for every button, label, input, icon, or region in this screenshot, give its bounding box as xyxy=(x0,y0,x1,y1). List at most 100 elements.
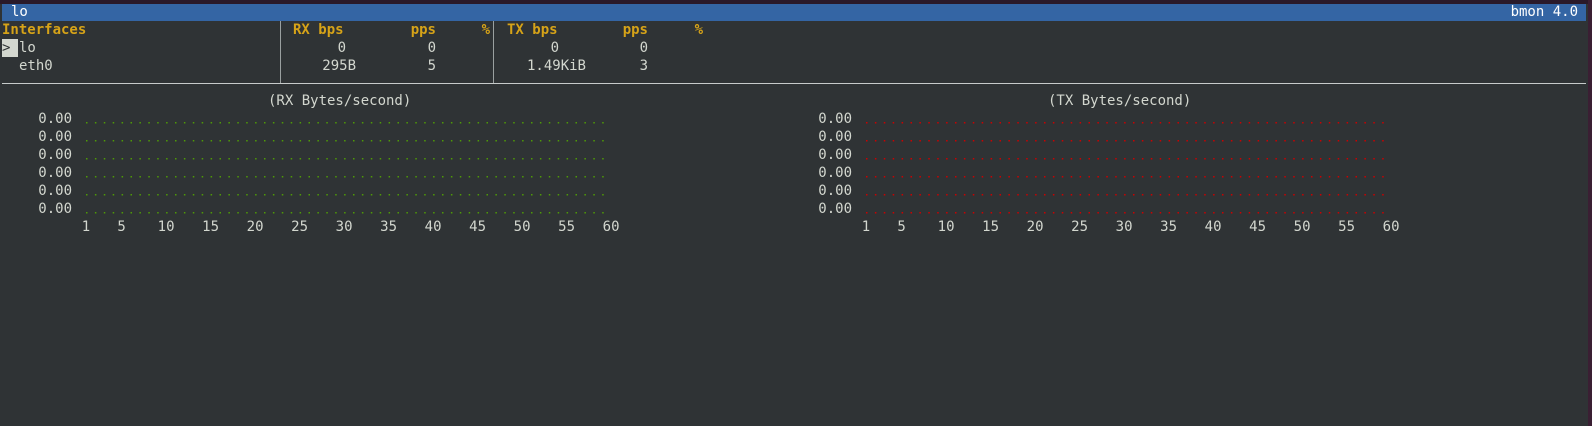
rx-graph-dot xyxy=(539,176,542,178)
rx-graph-dot xyxy=(139,194,141,196)
rx-graph-dot xyxy=(201,212,204,214)
rx-graph-dot xyxy=(290,194,293,196)
rx-y-label: 0.00 xyxy=(38,201,72,217)
rx-graph-dot xyxy=(513,194,515,196)
rx-graph-dot xyxy=(477,140,480,142)
lo-rx-pps: 0 xyxy=(427,40,436,56)
tx-graph-dot xyxy=(1337,158,1340,160)
rx-graph-dot xyxy=(228,140,230,142)
tx-graph-dot xyxy=(963,212,966,214)
rx-x-tick: 40 xyxy=(424,219,442,235)
rx-graph-dot xyxy=(495,194,497,196)
rx-graph-dot xyxy=(486,122,488,124)
rx-graph-dot xyxy=(299,176,302,178)
tx-graph-dot xyxy=(866,194,868,196)
header-rx-bps: RX bps xyxy=(293,22,344,38)
rx-graph-dot xyxy=(566,194,569,196)
tx-graph-dot xyxy=(1364,212,1366,214)
rx-graph-dot xyxy=(201,176,204,178)
tx-graph-dot xyxy=(1088,140,1090,142)
tx-graph-dot xyxy=(999,158,1001,160)
tx-graph-dot xyxy=(1319,140,1322,142)
rx-graph-dot xyxy=(326,212,328,214)
rx-graph-dot xyxy=(157,194,159,196)
tx-x-tick: 55 xyxy=(1338,219,1356,235)
tx-graph-dot xyxy=(1177,140,1179,142)
rx-graph-dot xyxy=(344,140,346,142)
rx-graph-dot xyxy=(210,194,213,196)
tx-graph-dot xyxy=(1266,176,1268,178)
rx-graph-dot xyxy=(317,122,319,124)
tx-graph-dot xyxy=(1026,140,1028,142)
rx-graph-dot xyxy=(450,176,453,178)
rx-graph-dot xyxy=(121,140,124,142)
rx-graph-dot xyxy=(264,194,266,196)
rx-graph-dot xyxy=(335,212,337,214)
tx-graph-dot xyxy=(1133,122,1135,124)
tx-graph-dot xyxy=(1008,158,1010,160)
tx-graph-dot xyxy=(1177,158,1179,160)
tx-graph-dot xyxy=(1026,176,1028,178)
tx-graph-dot xyxy=(972,212,975,214)
rx-graph-dot xyxy=(219,140,221,142)
interface-name-lo[interactable]: lo xyxy=(19,39,36,57)
tx-graph-dot xyxy=(910,212,912,214)
rx-x-tick: 55 xyxy=(558,219,576,235)
tx-graph-dot xyxy=(866,176,868,178)
tx-graph-dot xyxy=(1106,140,1108,142)
rx-graph-dot xyxy=(557,140,560,142)
tx-y-label: 0.00 xyxy=(818,129,852,145)
rx-graph-dot xyxy=(326,158,328,160)
tx-graph-dot xyxy=(1070,212,1073,214)
rx-graph-dot xyxy=(237,158,239,160)
tx-graph-dot xyxy=(1302,194,1304,196)
rx-graph-dot xyxy=(379,122,382,124)
rx-graph-dot xyxy=(210,176,213,178)
tx-graph-dot xyxy=(1213,158,1215,160)
lo-rx-bps: 0 xyxy=(337,40,346,56)
tx-x-tick: 15 xyxy=(982,219,1000,235)
rx-graph-dot xyxy=(121,122,124,124)
rx-graph-dot xyxy=(424,176,426,178)
rx-graph-dot xyxy=(175,194,177,196)
rx-graph-dot xyxy=(584,122,586,124)
tx-graph-dot xyxy=(1355,176,1357,178)
tx-graph-dot xyxy=(1248,194,1251,196)
rx-graph-dot xyxy=(379,212,382,214)
tx-graph-dot xyxy=(1044,122,1046,124)
tx-graph-dot xyxy=(1346,212,1349,214)
rx-graph-dot xyxy=(175,212,177,214)
rx-graph-dot xyxy=(317,176,319,178)
rx-graph-dot xyxy=(281,212,284,214)
tx-graph-dot xyxy=(910,176,912,178)
tx-graph-dot xyxy=(1035,194,1037,196)
tx-graph-dot xyxy=(1124,140,1126,142)
tx-graph-dot xyxy=(1088,122,1090,124)
tx-graph-dot xyxy=(1213,122,1215,124)
tx-graph-dot xyxy=(1328,212,1331,214)
tx-graph-dot xyxy=(1373,122,1375,124)
rx-graph-dot xyxy=(344,122,346,124)
rx-x-tick: 25 xyxy=(291,219,309,235)
tx-graph-dot xyxy=(1079,122,1082,124)
tx-x-tick: 20 xyxy=(1026,219,1044,235)
rx-graph-title: (RX Bytes/second) xyxy=(268,93,412,109)
tx-graph-dot xyxy=(1097,140,1099,142)
rx-graph-dot xyxy=(406,122,408,124)
interface-name-eth0[interactable]: eth0 xyxy=(19,57,53,75)
tx-graph-dot xyxy=(928,212,930,214)
tx-graph-dot xyxy=(972,158,975,160)
tx-graph-dot xyxy=(928,194,930,196)
tx-graph-dot xyxy=(1275,212,1277,214)
rx-graph-dot xyxy=(237,176,239,178)
tx-graph-dot xyxy=(1346,176,1349,178)
tx-graph-dot xyxy=(1230,176,1233,178)
rx-graph-dot xyxy=(593,212,595,214)
rx-graph-dot xyxy=(246,176,248,178)
rx-graph-dot xyxy=(397,122,399,124)
rx-graph-dot xyxy=(112,194,115,196)
rx-graph-dot xyxy=(522,176,524,178)
rx-graph-dot xyxy=(388,194,391,196)
rx-graph-dot xyxy=(513,158,515,160)
tx-graph-dot xyxy=(1284,194,1286,196)
